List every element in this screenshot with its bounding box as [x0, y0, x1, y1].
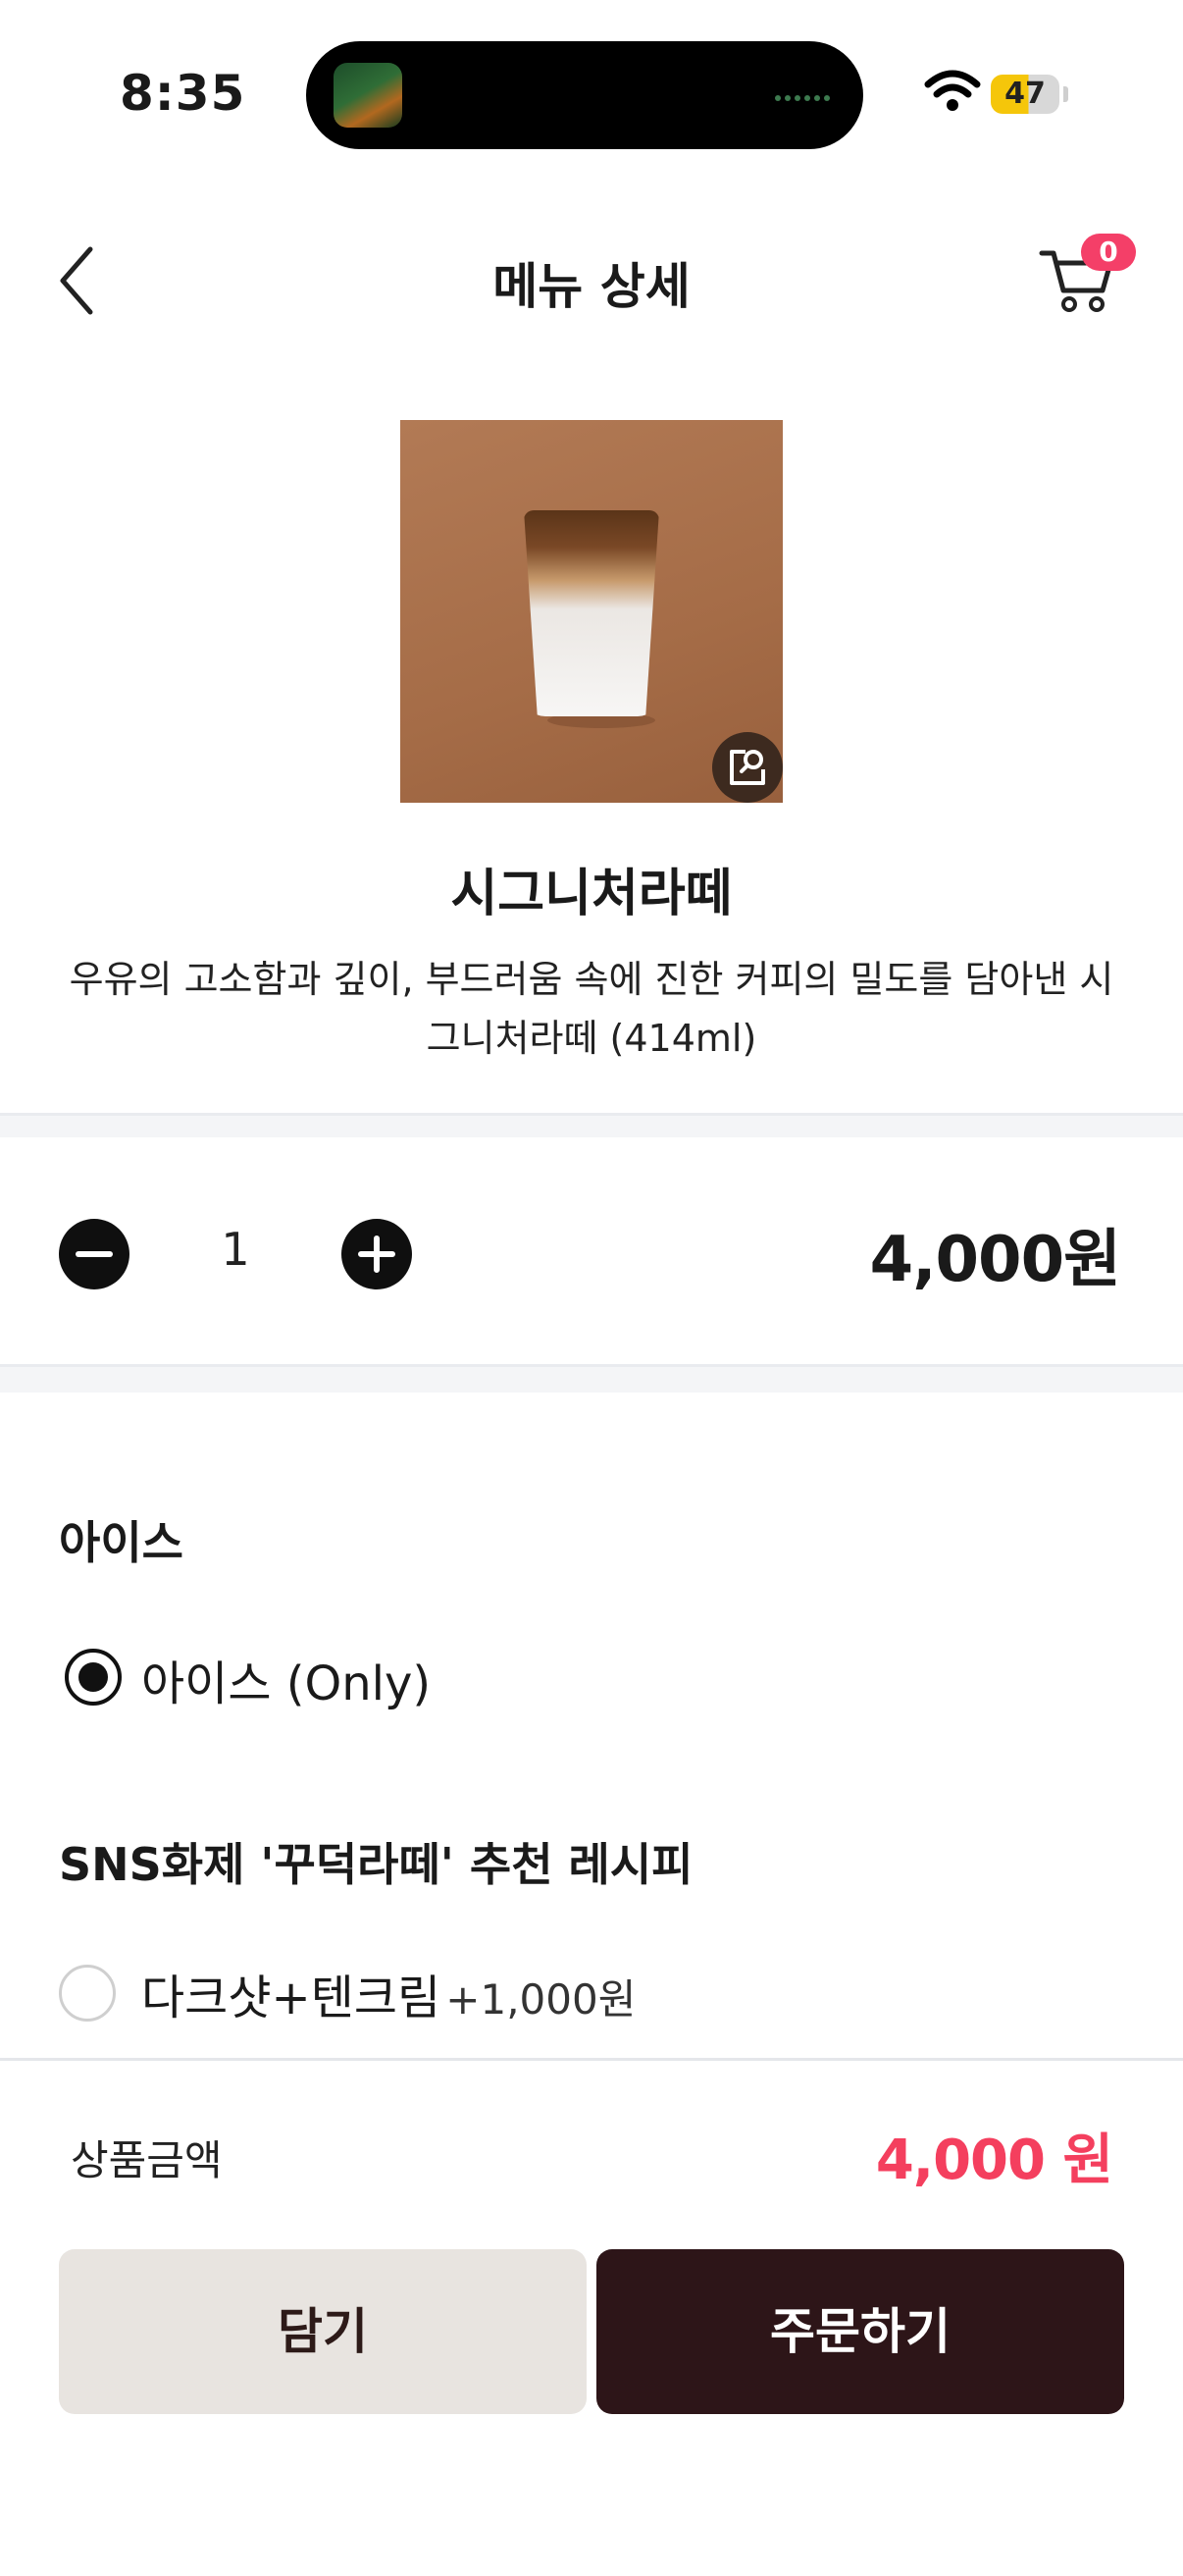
status-time: 8:35 — [120, 65, 246, 122]
cart-count-badge: 0 — [1081, 234, 1136, 271]
radio-dark-shot-ten-cream[interactable] — [59, 1965, 116, 2022]
option-group-title: SNS화제 '꾸덕라떼' 추천 레시피 — [59, 1838, 694, 1891]
battery-icon: 47 — [991, 75, 1059, 114]
product-description: 우유의 고소함과 깊이, 부드러움 속에 진한 커피의 밀도를 담아낸 시그니처… — [69, 958, 1114, 1060]
unit-price: 4,000원 — [869, 1224, 1121, 1296]
page-title: 메뉴 상세 — [492, 258, 691, 315]
audio-wave-icon — [773, 86, 836, 104]
zoom-icon[interactable] — [712, 732, 783, 803]
option-extra-price: +1,000원 — [445, 1975, 637, 2024]
order-button[interactable]: 주문하기 — [596, 2249, 1124, 2414]
product-name: 시그니처라떼 — [450, 865, 733, 923]
dynamic-island — [306, 41, 863, 149]
quantity-value: 1 — [221, 1223, 250, 1276]
divider-band — [0, 1116, 1183, 1137]
now-playing-artwork — [334, 63, 402, 128]
wifi-icon — [924, 69, 981, 114]
radio-ice-only[interactable] — [65, 1649, 122, 1706]
option-label[interactable]: 아이스 (Only) — [141, 1645, 431, 1713]
minus-icon[interactable] — [59, 1219, 129, 1289]
option-label: 다크샷+텐크림 — [141, 1971, 441, 2025]
option-group-title: 아이스 — [59, 1516, 183, 1569]
total-price: 4,000 원 — [875, 2129, 1113, 2192]
total-label: 상품금액 — [71, 2136, 223, 2184]
add-to-cart-button[interactable]: 담기 — [59, 2249, 587, 2414]
battery-tip — [1063, 86, 1068, 102]
battery-level: 47 — [1004, 77, 1046, 111]
divider-band — [0, 1367, 1183, 1393]
option-choice[interactable]: 다크샷+텐크림 +1,000원 — [141, 1959, 636, 2027]
latte-cup-illustration — [524, 510, 659, 716]
plus-icon[interactable] — [341, 1219, 412, 1289]
